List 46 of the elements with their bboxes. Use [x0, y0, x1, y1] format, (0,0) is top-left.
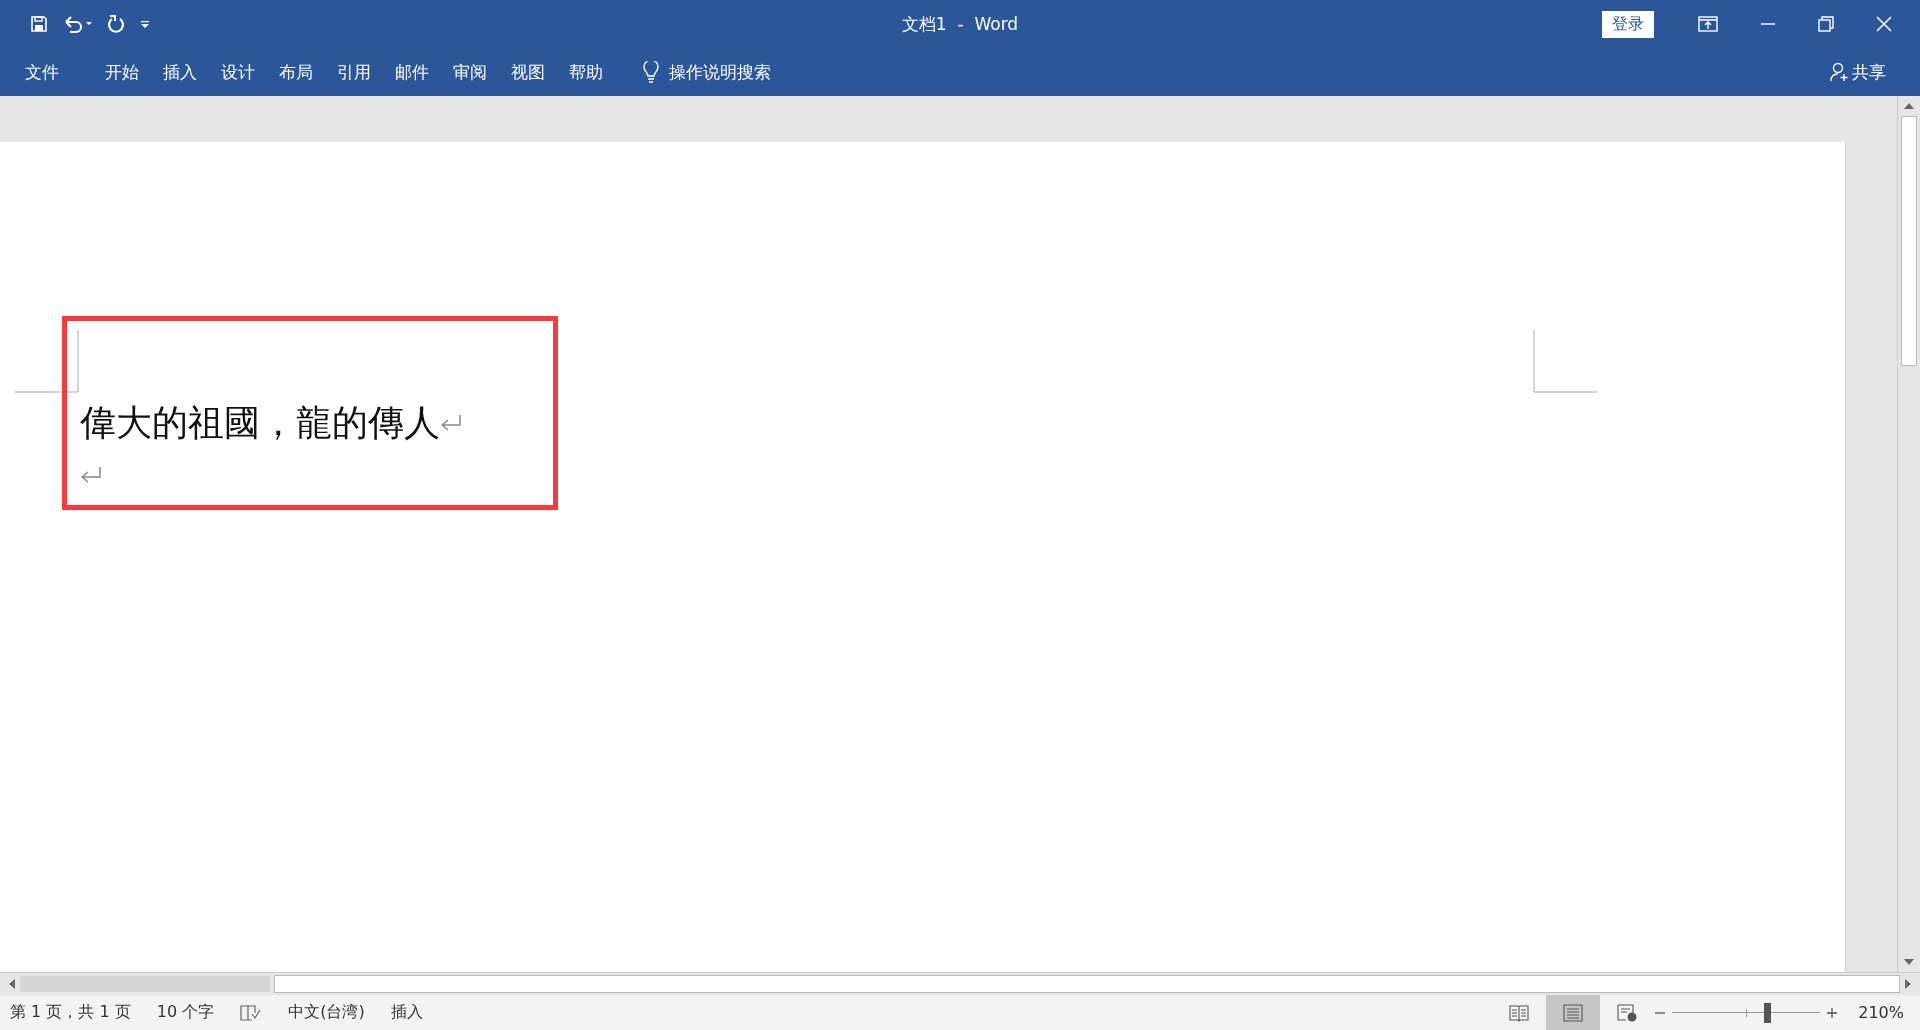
ribbon-tab[interactable]: 邮件	[386, 56, 438, 88]
undo-icon[interactable]	[62, 14, 92, 34]
word-count[interactable]: 10 个字	[156, 1002, 215, 1023]
ribbon-tab[interactable]: 插入	[154, 56, 206, 88]
ribbon-tab[interactable]: 文件	[16, 56, 68, 88]
page-count[interactable]: 第 1 页，共 1 页	[10, 1002, 131, 1023]
ribbon-tab[interactable]: 帮助	[560, 56, 612, 88]
ribbon-tab[interactable]: 视图	[502, 56, 554, 88]
document-text: 偉大的祖國，龍的傳人	[80, 401, 440, 445]
insert-mode-indicator[interactable]: 插入	[390, 1002, 423, 1023]
book-icon	[1509, 1003, 1530, 1022]
person-add-icon	[1830, 62, 1850, 82]
ribbon-tab[interactable]: 开始	[96, 56, 148, 88]
zoom-level[interactable]: 210%	[1858, 1003, 1904, 1022]
close-icon[interactable]	[1876, 16, 1892, 32]
sign-in-button[interactable]: 登录	[1602, 10, 1654, 38]
language-indicator[interactable]: 中文(台湾)	[288, 1002, 365, 1023]
customize-caret-icon[interactable]	[140, 19, 150, 29]
redo-icon[interactable]	[106, 14, 126, 34]
vertical-scrollbar[interactable]	[1897, 96, 1920, 972]
ribbon-tab[interactable]: 引用	[328, 56, 380, 88]
page-icon	[1563, 1003, 1584, 1022]
margin-corner-mark	[15, 330, 79, 393]
web-page-icon	[1617, 1003, 1638, 1022]
ribbon-tab[interactable]: 审阅	[444, 56, 496, 88]
horizontal-scrollbar[interactable]	[0, 972, 1920, 995]
ribbon-tab[interactable]: 设计	[212, 56, 264, 88]
margin-corner-mark	[1533, 330, 1597, 393]
proofing-icon[interactable]	[240, 1003, 263, 1022]
scroll-up-icon[interactable]	[1904, 102, 1914, 110]
zoom-slider-thumb[interactable]	[1763, 1002, 1771, 1023]
scroll-down-icon[interactable]	[1904, 958, 1914, 966]
save-icon[interactable]	[30, 15, 48, 33]
scroll-right-icon[interactable]	[1904, 979, 1912, 989]
tell-me-search[interactable]: 操作说明搜索	[669, 60, 771, 84]
ribbon-tab[interactable]: 布局	[270, 56, 322, 88]
lightbulb-icon	[643, 61, 659, 83]
paragraph-mark-icon	[440, 414, 462, 432]
scroll-left-icon[interactable]	[8, 979, 16, 989]
paragraph-mark-icon	[80, 466, 102, 484]
ribbon-display-icon[interactable]	[1698, 16, 1718, 32]
share-button[interactable]: 共享	[1824, 59, 1892, 85]
window-title: 文档1 - Word	[901, 13, 1019, 34]
scrollbar-thumb[interactable]	[1901, 116, 1917, 366]
zoom-in-icon[interactable]	[1826, 1006, 1839, 1019]
restore-icon[interactable]	[1818, 16, 1834, 32]
